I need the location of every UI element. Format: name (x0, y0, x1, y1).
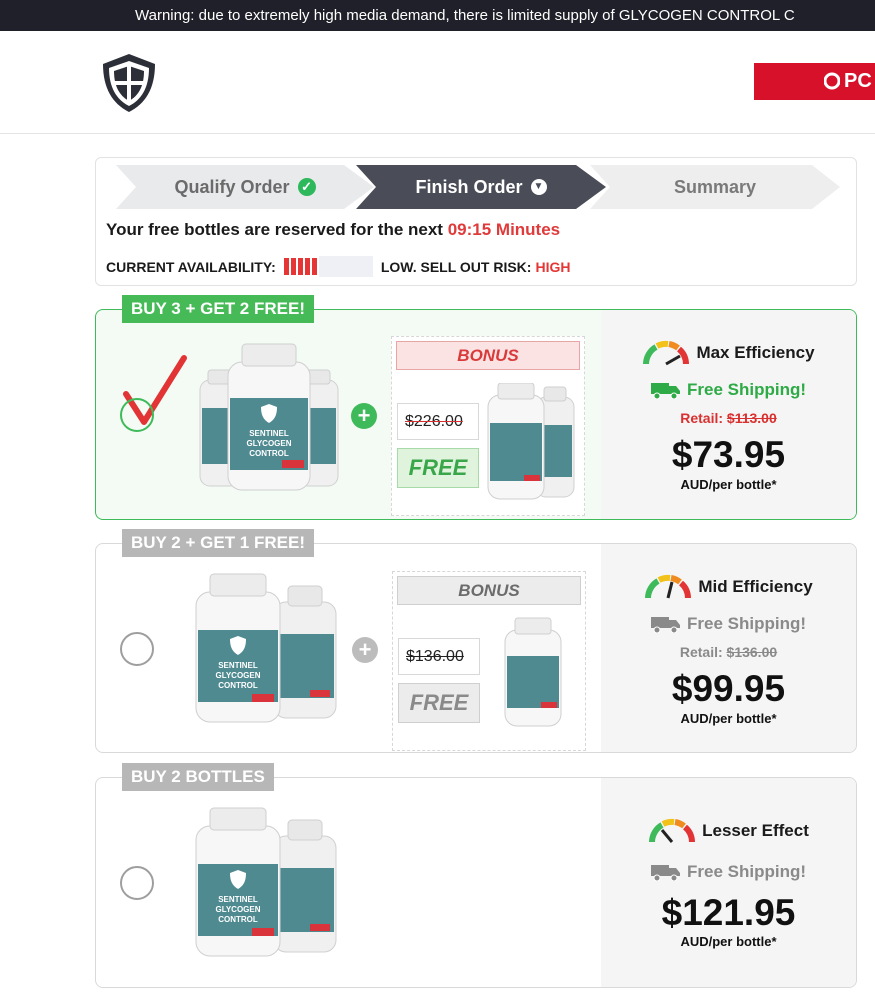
svg-text:SENTINEL: SENTINEL (218, 895, 258, 904)
plus-circle-icon: + (351, 403, 377, 429)
offer-card-buy2[interactable]: BUY 2 BOTTLES SENTINEL GLYCOGEN CONTROL (95, 763, 857, 988)
step-qualify-order[interactable]: Qualify Order ✓ (116, 165, 374, 209)
offer-pricing-panel: Mid Efficiency Free Shipping! Retail: $1… (601, 544, 856, 752)
offer-radio[interactable] (120, 866, 154, 900)
offer-pricing-panel: Lesser Effect Free Shipping! $121.95 AUD… (601, 778, 856, 987)
truck-icon (651, 383, 680, 399)
order-progress-card: Qualify Order ✓ Finish Order ▼ Summary Y… (95, 157, 857, 286)
offer-tag: BUY 2 + GET 1 FREE! (122, 529, 314, 557)
svg-text:CONTROL: CONTROL (218, 681, 258, 690)
offer-price: $121.95 (661, 892, 796, 933)
bonus-bottle-front (487, 383, 545, 500)
offer-card-buy2-get1[interactable]: BUY 2 + GET 1 FREE! SENTINEL GLYCOGEN CO… (95, 529, 857, 753)
product-bottles-2: SENTINEL GLYCOGEN CONTROL (195, 573, 337, 723)
shipping-label: Free Shipping! (687, 862, 806, 881)
offer-price: $99.95 (671, 668, 786, 709)
retail-price: $136.00 (726, 644, 778, 660)
bonus-label: BONUS (396, 341, 580, 370)
bonus-box: BONUS $226.00 FREE (391, 336, 585, 516)
plus-circle-icon: + (352, 637, 378, 663)
bottle-front: SENTINEL GLYCOGEN CONTROL (195, 807, 281, 957)
efficiency-label: Lesser Effect (702, 821, 809, 840)
efficiency-row: Max Efficiency (601, 340, 856, 366)
offer-tag: BUY 3 + GET 2 FREE! (122, 295, 314, 323)
truck-icon (651, 865, 680, 881)
warning-text: Warning: due to extremely high media dem… (135, 7, 795, 24)
gauge-icon (643, 340, 690, 366)
retail-price: $113.00 (726, 410, 777, 426)
offer-radio-selected[interactable] (120, 398, 154, 432)
efficiency-label: Mid Efficiency (698, 577, 813, 596)
gauge-icon (649, 818, 696, 843)
warning-bar: Warning: due to extremely high media dem… (0, 0, 875, 31)
partner-logo-icon (824, 72, 840, 90)
bottle-front: SENTINEL GLYCOGEN CONTROL (227, 343, 311, 491)
check-circle-icon: ✓ (297, 178, 316, 196)
step-finish-order[interactable]: Finish Order ▼ (356, 165, 606, 209)
efficiency-label: Max Efficiency (696, 343, 815, 362)
svg-text:GLYCOGEN: GLYCOGEN (215, 905, 260, 914)
bonus-bottle-1 (504, 617, 562, 727)
offer-price: $73.95 (671, 434, 786, 475)
partner-text: PC (844, 70, 872, 92)
shipping-row: Free Shipping! (601, 862, 856, 882)
offer-pricing-panel: Max Efficiency Free Shipping! Retail: $1… (601, 310, 856, 519)
per-bottle-label: AUD/per bottle* (680, 711, 777, 726)
truck-icon (651, 617, 680, 633)
availability-label: CURRENT AVAILABILITY: (106, 258, 276, 275)
bottle-back (273, 819, 337, 953)
reservation-notice: Your free bottles are reserved for the n… (106, 220, 560, 240)
bottle-back (273, 585, 337, 719)
shield-logo-icon[interactable] (98, 51, 160, 115)
site-header: PC (0, 31, 875, 134)
per-bottle-label: AUD/per bottle* (680, 934, 777, 949)
bonus-old-price: $136.00 (398, 638, 480, 675)
gauge-icon (645, 574, 692, 599)
chevron-down-icon: ▼ (530, 179, 547, 195)
shipping-row: Free Shipping! (601, 380, 856, 400)
countdown-timer: 09:15 Minutes (447, 220, 561, 239)
retail-label: Retail: (679, 644, 723, 660)
checkout-steps: Qualify Order ✓ Finish Order ▼ Summary (116, 165, 846, 209)
efficiency-row: Mid Efficiency (601, 574, 856, 600)
svg-text:CONTROL: CONTROL (218, 915, 258, 924)
product-bottles-2: SENTINEL GLYCOGEN CONTROL (195, 807, 337, 957)
product-bottles-3: SENTINEL GLYCOGEN CONTROL (199, 343, 339, 491)
availability-meter (283, 258, 317, 275)
shipping-label: Free Shipping! (687, 614, 806, 633)
step-label: Qualify Order (174, 176, 290, 197)
svg-text:CONTROL: CONTROL (249, 449, 289, 458)
svg-text:SENTINEL: SENTINEL (249, 429, 289, 438)
per-bottle-label: AUD/per bottle* (680, 477, 777, 492)
retail-row: Retail: $113.00 (601, 410, 856, 426)
offer-card-buy3-get2[interactable]: BUY 3 + GET 2 FREE! SENTINEL GLYCOGEN CO… (95, 295, 857, 520)
shipping-row: Free Shipping! (601, 614, 856, 634)
svg-text:GLYCOGEN: GLYCOGEN (246, 439, 291, 448)
bottle-front: SENTINEL GLYCOGEN CONTROL (195, 573, 281, 723)
step-label: Summary (673, 176, 757, 197)
efficiency-row: Lesser Effect (601, 818, 856, 844)
shipping-label: Free Shipping! (687, 380, 806, 399)
bonus-label: BONUS (397, 576, 581, 605)
risk-value: HIGH (535, 258, 571, 275)
svg-text:SENTINEL: SENTINEL (218, 661, 258, 670)
bonus-box: BONUS $136.00 FREE (392, 571, 586, 751)
step-summary[interactable]: Summary (590, 165, 840, 209)
offer-tag: BUY 2 BOTTLES (122, 763, 274, 791)
availability-line: CURRENT AVAILABILITY: LOW. SELL OUT RISK… (106, 256, 570, 277)
svg-text:GLYCOGEN: GLYCOGEN (215, 671, 260, 680)
risk-label: LOW. SELL OUT RISK: (380, 258, 532, 275)
retail-row: Retail: $136.00 (601, 644, 856, 660)
partner-badge: PC (754, 63, 875, 100)
bonus-bottles-2 (487, 383, 575, 500)
availability-meter-empty (318, 256, 373, 277)
bonus-free-label: FREE (397, 448, 479, 488)
step-label: Finish Order (415, 176, 523, 197)
bonus-free-label: FREE (398, 683, 480, 723)
reservation-text: Your free bottles are reserved for the n… (106, 220, 443, 239)
bonus-old-price: $226.00 (397, 403, 479, 440)
retail-label: Retail: (680, 410, 724, 426)
offer-radio[interactable] (120, 632, 154, 666)
